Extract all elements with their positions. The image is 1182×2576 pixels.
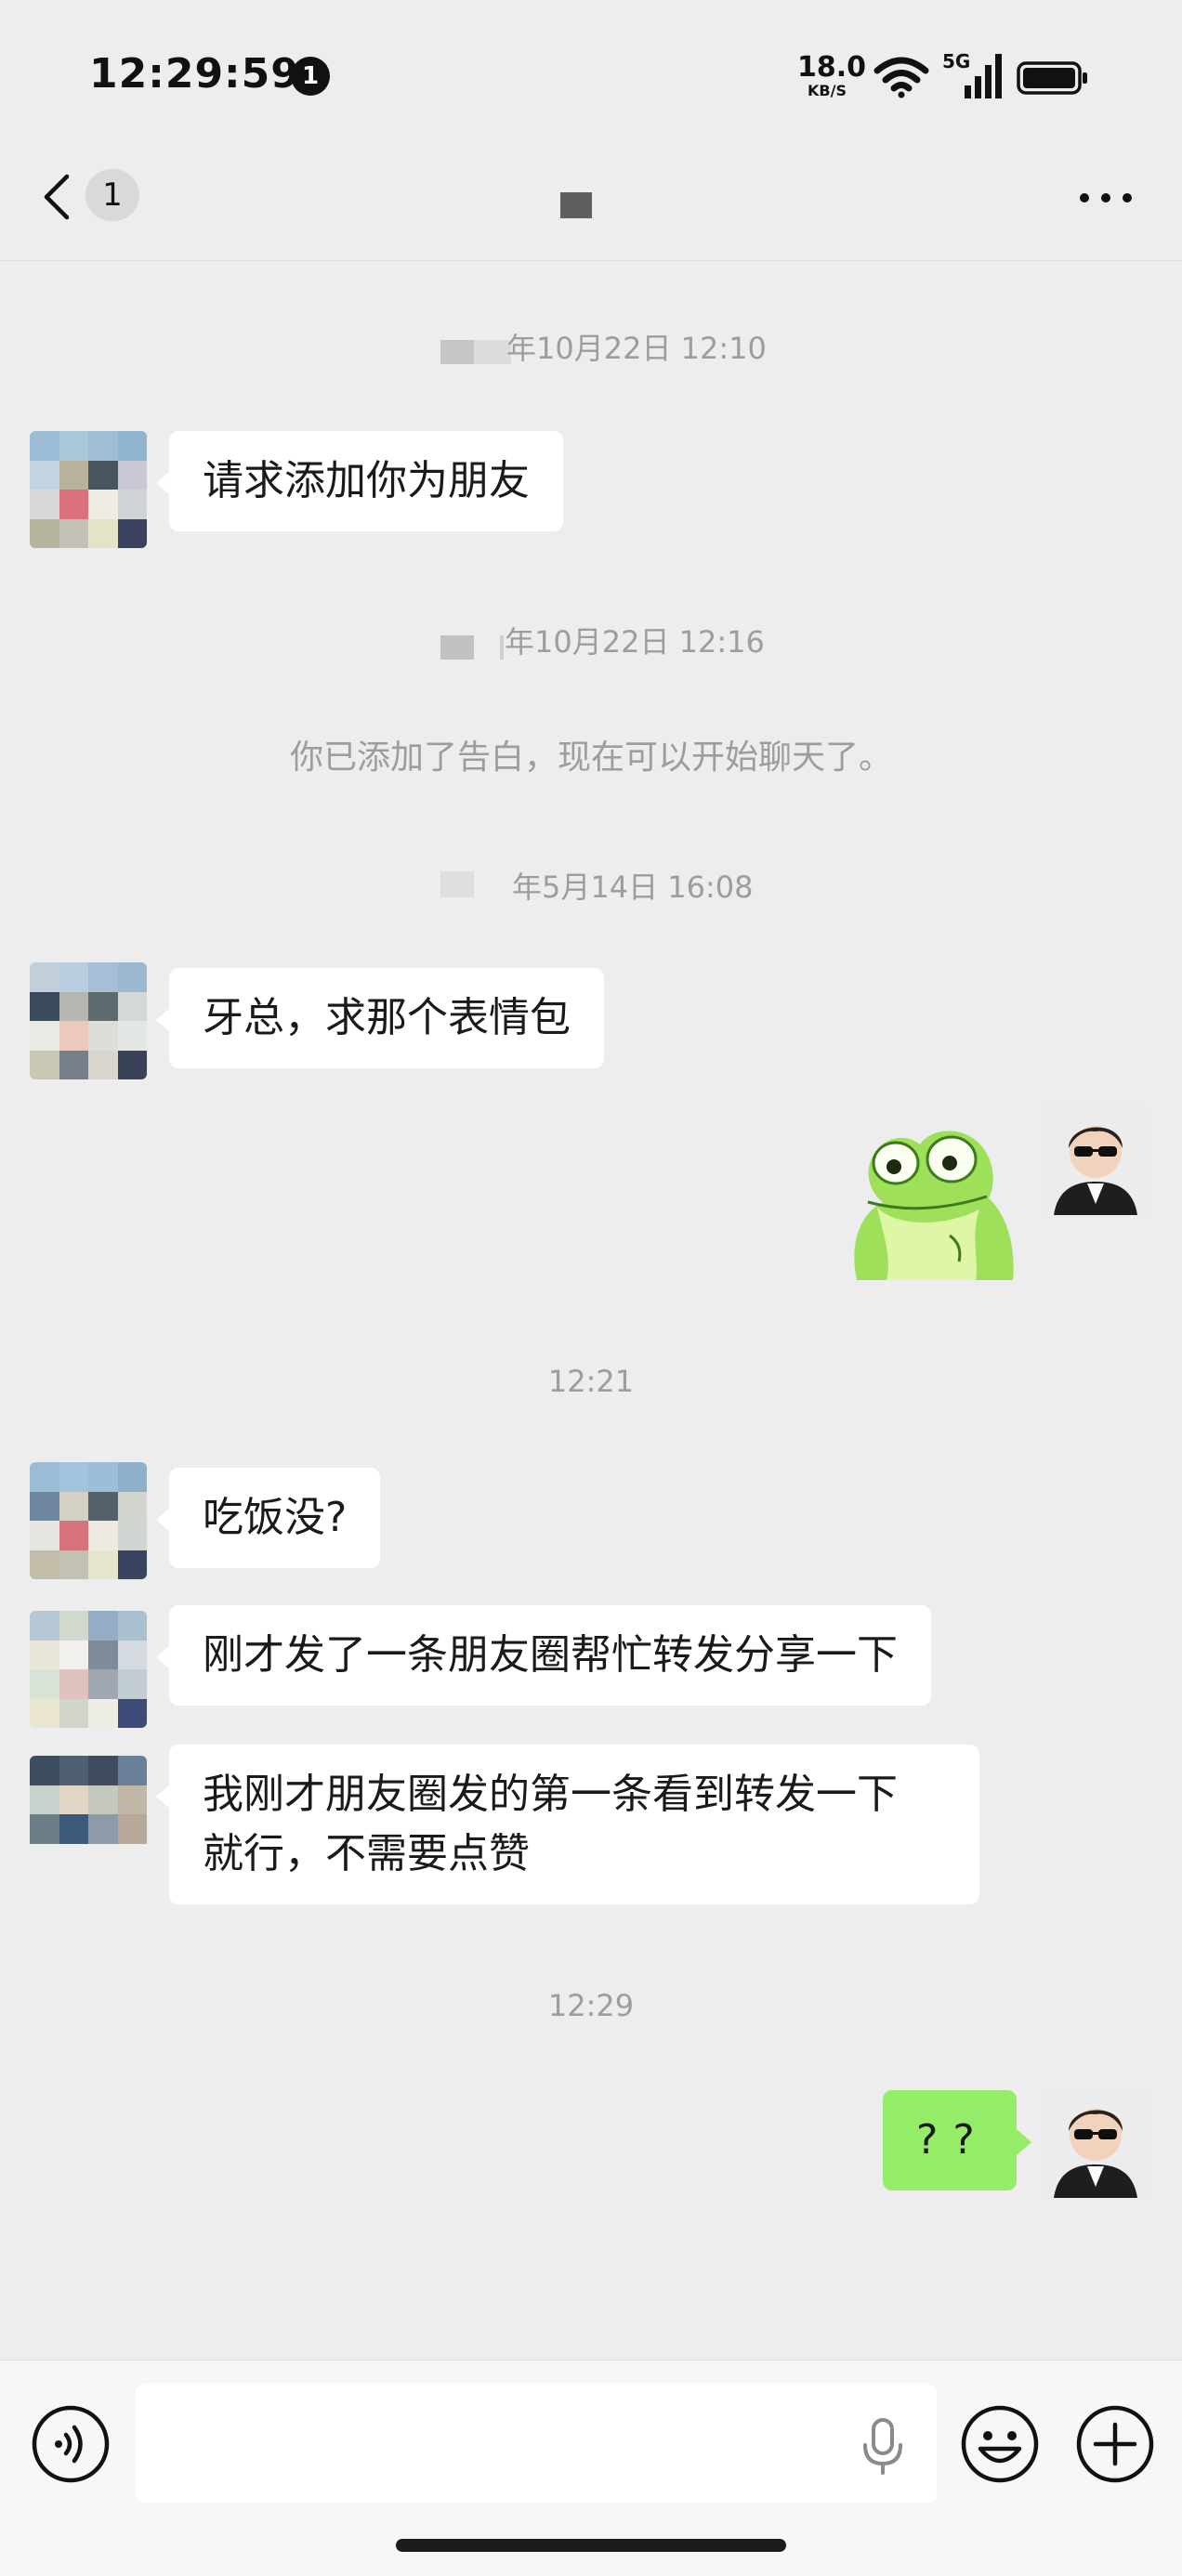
timestamp: 年10月22日 12:16 — [505, 624, 765, 660]
timestamp: 12:29 — [547, 1988, 635, 2023]
message-input[interactable] — [136, 2384, 937, 2503]
timestamp-redacted — [440, 871, 474, 897]
plus-icon[interactable] — [1075, 2404, 1155, 2484]
chat-title-redacted — [560, 192, 592, 218]
home-indicator[interactable] — [396, 2539, 786, 2552]
contact-avatar[interactable] — [30, 962, 147, 1079]
notification-badge: 1 — [291, 57, 330, 96]
network-speed-value: 18.0 — [797, 51, 867, 84]
more-horizontal-icon[interactable] — [1078, 191, 1134, 204]
voice-icon[interactable] — [31, 2404, 111, 2484]
my-avatar[interactable] — [1041, 2088, 1150, 2198]
wifi-icon — [873, 57, 929, 98]
message-bubble[interactable]: 我刚才朋友圈发的第一条看到转发一下 就行，不需要点赞 — [156, 1745, 979, 1904]
sticker-image[interactable] — [840, 1105, 1017, 1282]
contact-avatar[interactable] — [30, 431, 147, 548]
timestamp-redacted — [474, 340, 511, 364]
message-bubble[interactable]: 刚才发了一条朋友圈帮忙转发分享一下 — [156, 1605, 931, 1706]
message-bubble[interactable]: 请求添加你为朋友 — [156, 431, 563, 531]
message-line: 我刚才朋友圈发的第一条看到转发一下 — [203, 1771, 898, 1818]
timestamp-redacted — [500, 635, 504, 660]
timestamp: 年10月22日 12:10 — [506, 331, 767, 366]
my-message-bubble[interactable]: ?? — [883, 2090, 1031, 2190]
mic-icon[interactable] — [860, 2417, 906, 2477]
cellular-signal-icon: 5G — [942, 52, 1004, 100]
timestamp-redacted — [440, 340, 474, 364]
contact-avatar[interactable] — [30, 1611, 147, 1728]
contact-avatar[interactable] — [30, 1756, 147, 1873]
timestamp-redacted — [440, 635, 474, 660]
network-speed: 18.0 KB/S — [797, 51, 867, 99]
battery-icon — [1017, 61, 1087, 95]
network-speed-unit: KB/S — [808, 82, 847, 99]
unread-count-badge[interactable]: 1 — [85, 169, 139, 221]
status-time: 12:29:59 — [89, 50, 300, 98]
message-bubble[interactable]: 牙总，求那个表情包 — [156, 968, 604, 1068]
timestamp: 12:21 — [547, 1364, 635, 1399]
emoji-icon[interactable] — [960, 2404, 1040, 2484]
message-line: 就行，不需要点赞 — [203, 1830, 530, 1877]
chevron-left-icon[interactable] — [39, 171, 76, 223]
system-message: 你已添加了告白，现在可以开始聊天了。 — [289, 739, 892, 777]
timestamp: 年5月14日 16:08 — [512, 870, 754, 905]
contact-avatar[interactable] — [30, 1462, 147, 1579]
my-avatar[interactable] — [1041, 1105, 1150, 1215]
message-bubble[interactable]: 吃饭没? — [155, 1468, 381, 1568]
